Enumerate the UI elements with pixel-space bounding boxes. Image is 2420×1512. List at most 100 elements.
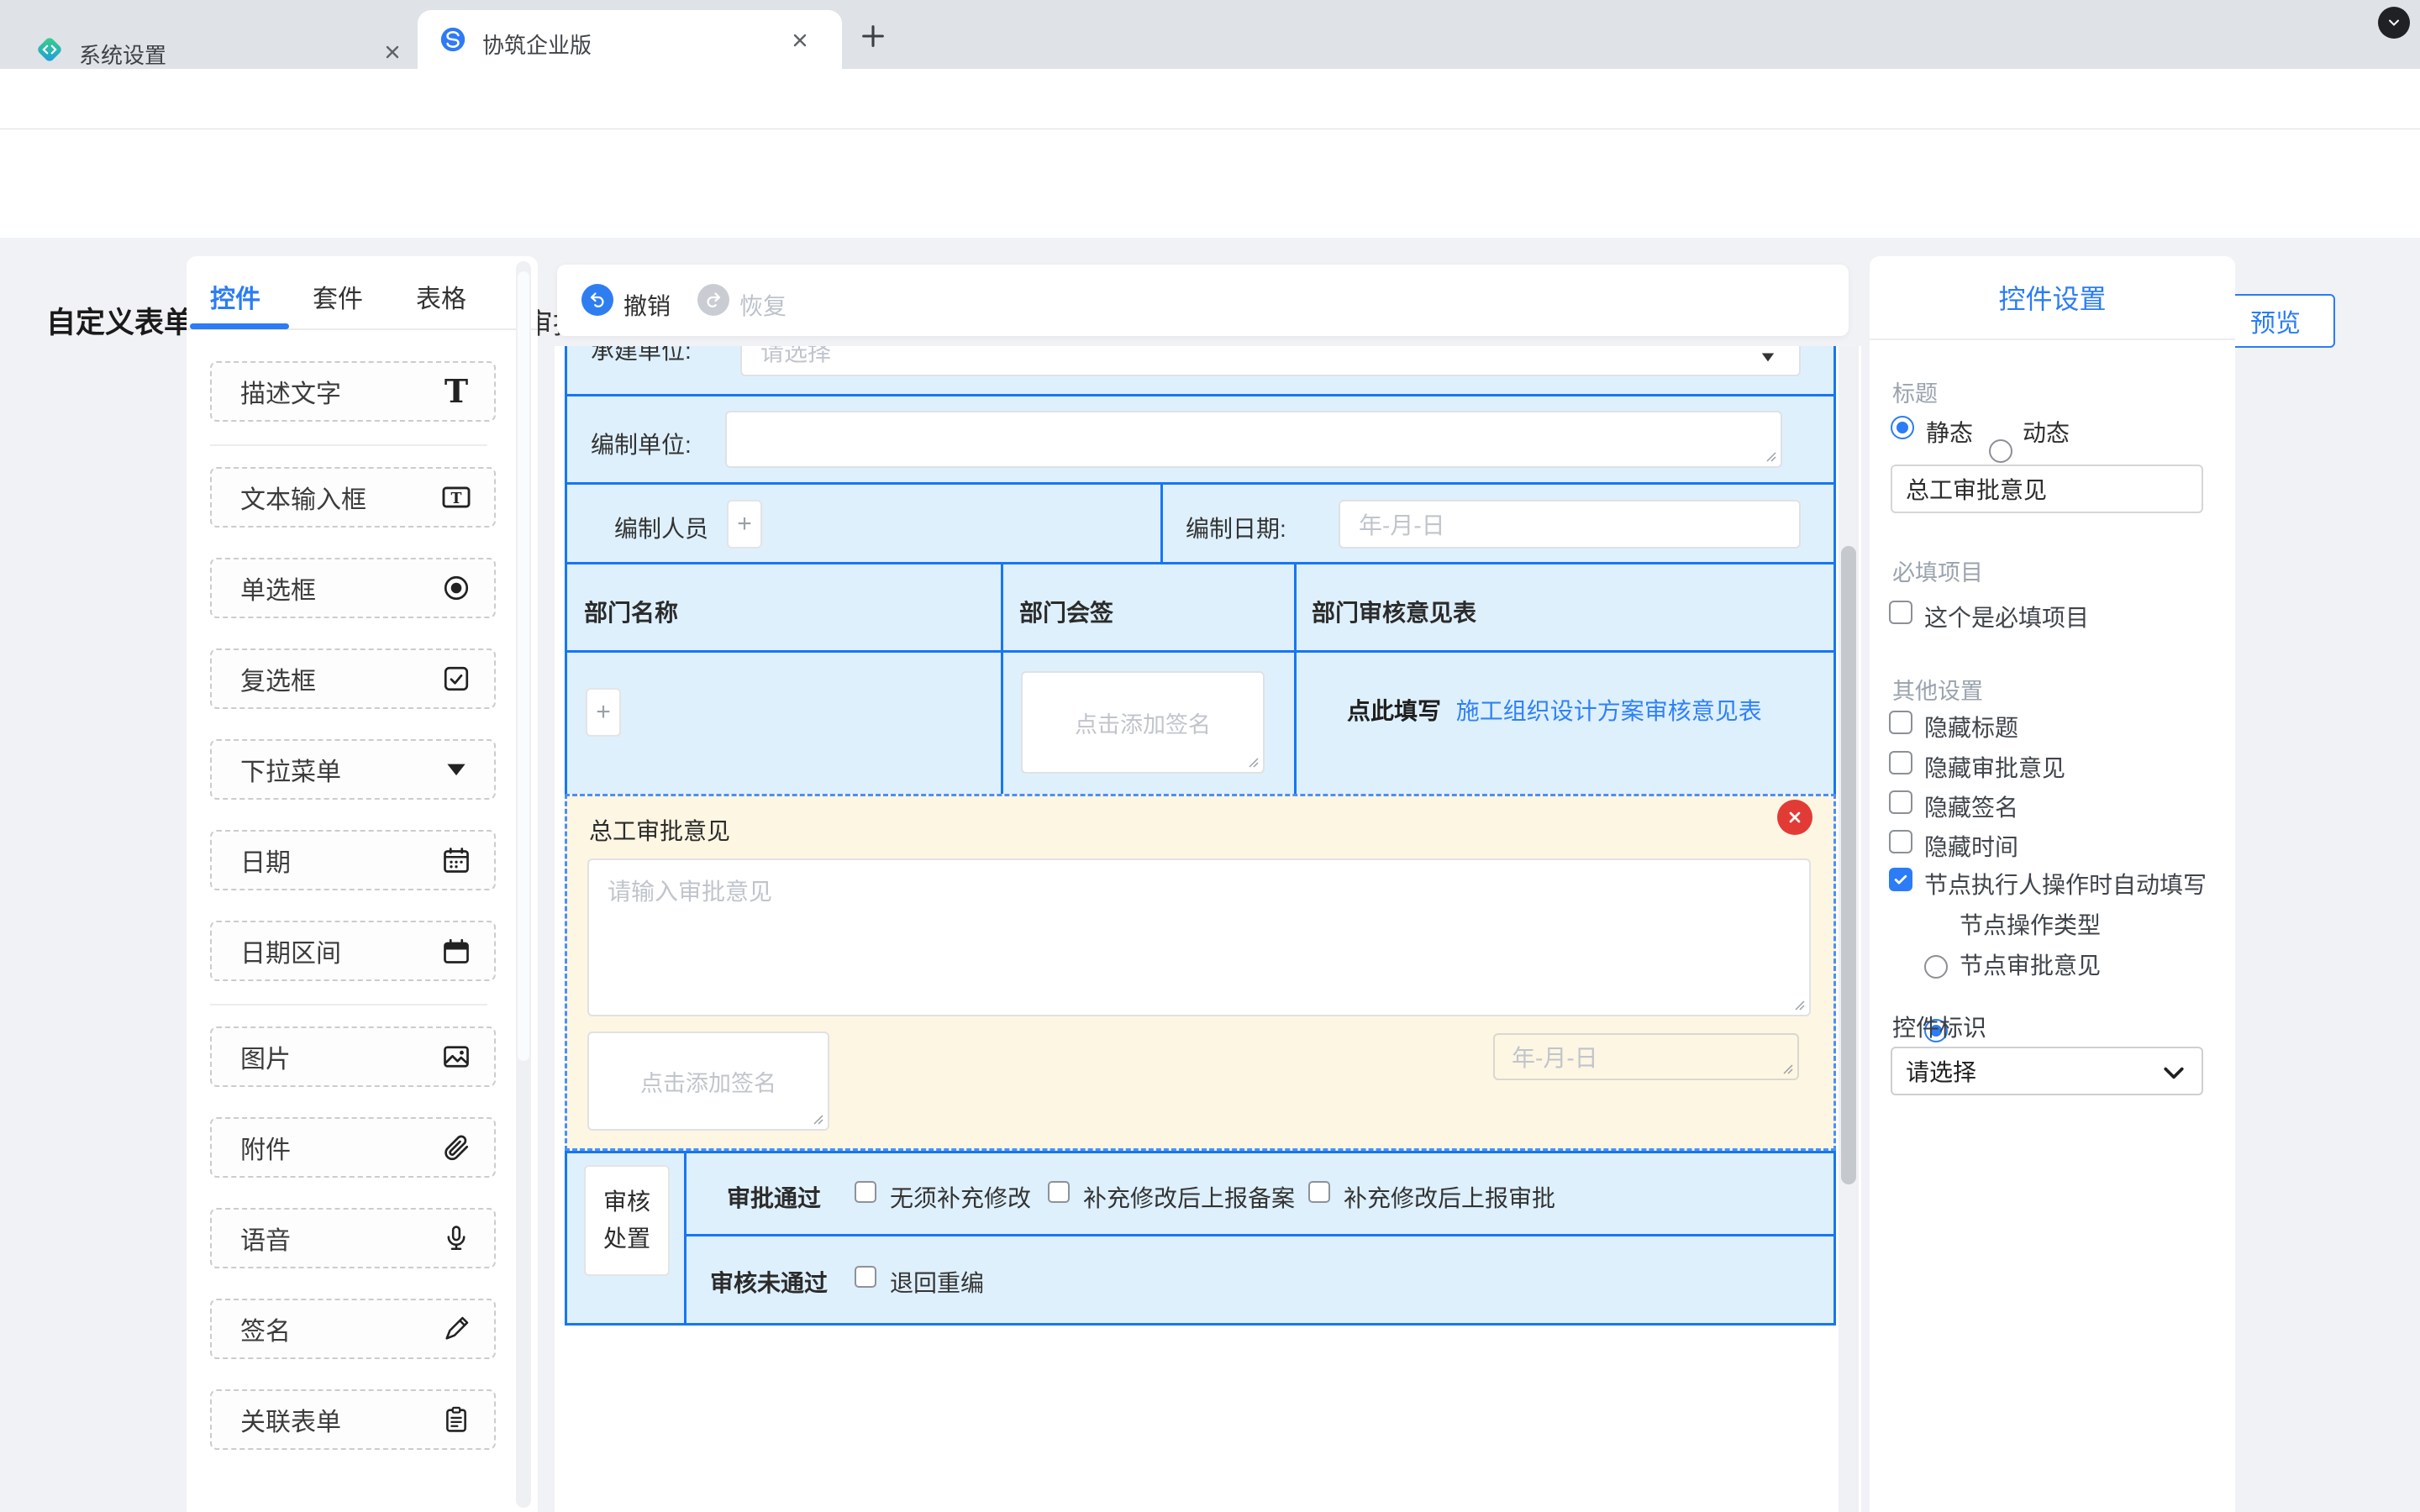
browser-tab-system-settings[interactable]: 系统设置 <box>17 10 412 69</box>
form-table: 承建单位: 请选择 编制单位: 编制人员 + 编制日期: <box>565 346 1836 1326</box>
title-static-radio[interactable] <box>1891 416 1914 439</box>
cell-divider <box>1294 653 1297 794</box>
control-item-attachment[interactable]: 附件 <box>210 1117 496 1178</box>
control-item-image[interactable]: 图片 <box>210 1026 496 1087</box>
pass-option-checkbox-2[interactable] <box>1048 1181 1070 1203</box>
new-tab-icon[interactable] <box>859 22 887 50</box>
canvas-scrollbar-track[interactable] <box>1839 346 1859 1512</box>
dept-signature-box[interactable]: 点击添加签名 <box>1021 671 1265 774</box>
org-label: 编制单位: <box>591 427 692 460</box>
date-label: 编制日期: <box>1186 511 1286 544</box>
auto-fill-checkbox[interactable] <box>1889 868 1912 891</box>
opinion-signature-box[interactable]: 点击添加签名 <box>587 1032 829 1131</box>
disposal-label-box[interactable]: 审核 处置 <box>584 1165 670 1276</box>
opinion-date-box[interactable]: 年-月-日 <box>1493 1033 1799 1080</box>
close-icon[interactable] <box>790 30 810 50</box>
control-item-linked-form[interactable]: 关联表单 <box>210 1389 496 1450</box>
sidebar-tabbar: 控件 套件 表格 <box>187 256 538 330</box>
form-row-staff-date: 编制人员 + 编制日期: 年-月-日 <box>565 485 1836 564</box>
resize-handle-icon[interactable] <box>811 1112 824 1126</box>
title-static-label[interactable]: 静态 <box>1926 415 1973 449</box>
col-header-dept-name: 部门名称 <box>584 595 678 628</box>
sidebar-scrollbar-thumb[interactable] <box>518 271 529 1061</box>
resize-handle-icon[interactable] <box>1792 998 1806 1011</box>
pass-option-checkbox-3[interactable] <box>1308 1181 1330 1203</box>
disposal-fail-row: 审核未通过 退回重编 <box>687 1236 1833 1323</box>
close-icon <box>1786 809 1803 826</box>
opinion-textarea[interactable]: 请输入审批意见 <box>587 858 1811 1016</box>
redo-icon[interactable] <box>697 284 729 316</box>
control-item-checkbox[interactable]: 复选框 <box>210 648 496 709</box>
title-value-input[interactable]: 总工审批意见 <box>1891 465 2203 513</box>
control-item-text-input[interactable]: 文本输入框 T <box>210 467 496 528</box>
required-checkbox-label[interactable]: 这个是必填项目 <box>1924 600 2089 633</box>
selected-control-title: 总工审批意见 <box>589 813 730 847</box>
caret-down-icon <box>1759 349 1777 365</box>
control-item-date-range[interactable]: 日期区间 <box>210 921 496 981</box>
undo-label[interactable]: 撤销 <box>623 288 671 322</box>
hide-opinion-checkbox[interactable] <box>1889 751 1912 774</box>
glodon-favicon <box>35 35 64 64</box>
date-input[interactable]: 年-月-日 <box>1339 500 1801 549</box>
form-row-dept-header: 部门名称 部门会签 部门审核意见表 <box>565 564 1836 653</box>
node-action-type-radio[interactable] <box>1924 955 1948 979</box>
control-item-description-text[interactable]: 描述文字 T <box>210 361 496 422</box>
canvas-toolbar: 撤销 恢复 <box>557 265 1849 336</box>
canvas-scrollbar-thumb[interactable] <box>1841 546 1856 1184</box>
required-checkbox[interactable] <box>1889 601 1912 624</box>
col-header-dept-review: 部门审核意见表 <box>1312 595 1476 628</box>
resize-handle-icon[interactable] <box>1781 1062 1794 1075</box>
selected-control-chief-opinion[interactable]: 总工审批意见 请输入审批意见 点击添加签名 年-月-日 <box>565 794 1836 1151</box>
chevron-down-icon <box>2163 1065 2185 1082</box>
control-item-signature[interactable]: 签名 <box>210 1299 496 1359</box>
control-item-radio[interactable]: 单选框 <box>210 558 496 618</box>
fail-option-checkbox-1[interactable] <box>855 1266 876 1288</box>
col-header-dept-sign: 部门会签 <box>1019 595 1113 628</box>
xiezhu-favicon <box>439 25 467 54</box>
hide-title-checkbox[interactable] <box>1889 711 1912 734</box>
dept-review-cell: 点此填写 施工组织设计方案审核意见表 <box>1347 693 1762 727</box>
tab-controls[interactable]: 控件 <box>210 278 260 315</box>
control-item-date[interactable]: 日期 <box>210 830 496 890</box>
cell-divider <box>1160 485 1163 562</box>
resize-handle-icon[interactable] <box>1764 449 1777 463</box>
undo-icon[interactable] <box>581 284 613 316</box>
add-staff-button[interactable]: + <box>727 500 762 549</box>
dept-review-link[interactable]: 施工组织设计方案审核意见表 <box>1456 698 1762 724</box>
hide-time-checkbox[interactable] <box>1889 830 1912 853</box>
linked-form-icon <box>440 1404 472 1436</box>
control-id-select[interactable]: 请选择 <box>1891 1047 2203 1095</box>
app-title: 自定义表单 <box>46 299 193 342</box>
sidebar-scrollbar-track[interactable] <box>516 261 531 1508</box>
add-dept-button[interactable]: + <box>586 688 621 737</box>
form-canvas: 承建单位: 请选择 编制单位: 编制人员 + 编制日期: <box>555 346 1861 1512</box>
resize-handle-icon[interactable] <box>1246 755 1260 769</box>
tab-title: 系统设置 <box>79 39 166 70</box>
svg-text:T: T <box>451 491 462 507</box>
disposal-label-cell: 审核 处置 <box>567 1153 687 1323</box>
text-icon: T <box>440 375 472 407</box>
contractor-label: 承建单位: <box>591 346 692 368</box>
pass-label: 审批通过 <box>727 1180 821 1214</box>
pass-option-checkbox-1[interactable] <box>855 1181 876 1203</box>
contractor-select[interactable]: 请选择 <box>740 346 1801 376</box>
control-item-dropdown[interactable]: 下拉菜单 <box>210 739 496 800</box>
cell-divider <box>1294 564 1297 650</box>
redo-label[interactable]: 恢复 <box>739 288 786 322</box>
control-item-voice[interactable]: 语音 <box>210 1208 496 1268</box>
tab-tables[interactable]: 表格 <box>416 278 466 315</box>
title-dynamic-radio[interactable] <box>1989 439 2012 463</box>
date-icon <box>440 844 472 876</box>
delete-control-button[interactable] <box>1777 800 1812 835</box>
org-textarea[interactable] <box>725 411 1782 468</box>
tab-kits[interactable]: 套件 <box>313 278 363 315</box>
tab-search-button[interactable] <box>2378 7 2410 39</box>
voice-icon <box>440 1222 472 1254</box>
dropdown-icon <box>440 753 472 785</box>
date-range-icon <box>440 935 472 967</box>
close-icon[interactable] <box>382 42 402 62</box>
browser-tab-xiezhu[interactable]: 协筑企业版 <box>418 10 842 69</box>
control-id-section-label: 控件标识 <box>1892 1010 1986 1043</box>
hide-signature-checkbox[interactable] <box>1889 790 1912 814</box>
title-dynamic-label[interactable]: 动态 <box>2023 415 2070 449</box>
